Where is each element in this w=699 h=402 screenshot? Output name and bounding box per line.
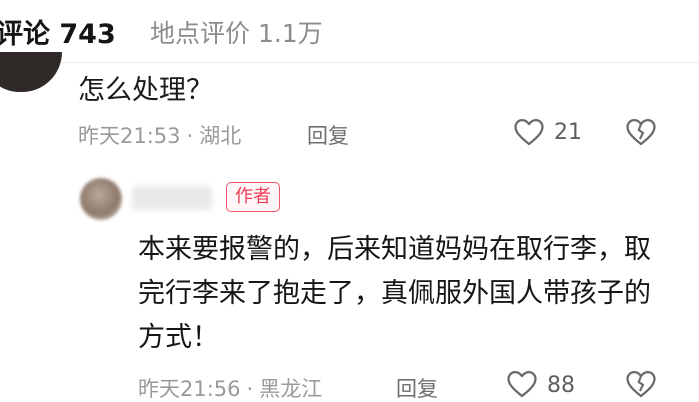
comment-tabs: 评论 743 地点评价 1.1万 (0, 0, 699, 62)
broken-heart-icon[interactable] (624, 115, 658, 149)
comment-thread: 评论 743 地点评价 1.1万 怎么处理？ 昨天21:53 · 湖北 回复 21 … (0, 0, 699, 402)
reply-text: 本来要报警的，后来知道妈妈在取行李，取完行李来了抱走了，真佩服外国人带孩子的方式… (138, 234, 651, 353)
avatar[interactable] (0, 52, 62, 92)
comment-location: 湖北 (199, 124, 242, 148)
username-redacted[interactable] (132, 186, 212, 210)
reply-time: 昨天21:56 (138, 377, 241, 401)
heart-outline-icon[interactable] (512, 115, 546, 149)
tab-comments[interactable]: 评论 743 (0, 12, 116, 51)
meta-separator: · (186, 124, 194, 148)
broken-heart-icon[interactable] (624, 367, 658, 401)
reply-location: 黑龙江 (259, 377, 323, 401)
like-count: 21 (554, 120, 582, 145)
author-badge: 作者 (226, 182, 280, 212)
meta-separator: · (246, 377, 254, 401)
tabs-divider (0, 62, 699, 63)
avatar[interactable] (80, 178, 122, 220)
reply-meta: 昨天21:56 · 黑龙江 (138, 373, 322, 402)
like-count: 88 (547, 373, 575, 398)
tab-place-reviews[interactable]: 地点评价 1.1万 (150, 14, 323, 50)
comment-time: 昨天21:53 (78, 124, 181, 148)
reply-button[interactable]: 回复 (307, 120, 349, 150)
heart-outline-icon[interactable] (505, 367, 539, 401)
comment-text: 怎么处理？ (78, 75, 213, 106)
comment-meta: 昨天21:53 · 湖北 (78, 120, 241, 150)
reply-button[interactable]: 回复 (396, 373, 438, 402)
